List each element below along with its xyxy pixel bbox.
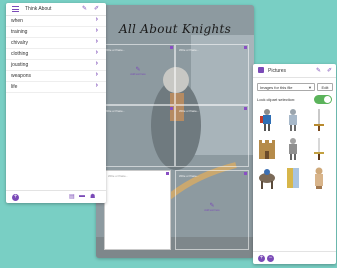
think-about-header: Think About ✎ ✐ [6, 3, 106, 16]
list-item-label: clothing [11, 51, 29, 57]
text-box-corner [244, 46, 247, 49]
knight-icon[interactable] [257, 108, 277, 132]
text-box-corner [166, 172, 169, 175]
toggle-knob [324, 96, 331, 103]
chevron-right-icon: › [95, 38, 98, 45]
text-box[interactable]: Write or Paste... [175, 44, 249, 105]
list-item-label: chivalry [11, 40, 28, 46]
list-item[interactable]: jousting › [6, 60, 106, 71]
text-box-placeholder: Write or Paste... [179, 48, 199, 52]
shield-icon[interactable] [283, 166, 303, 190]
edit-icon[interactable]: ✐ [327, 67, 332, 74]
text-box[interactable]: Write or Paste... [175, 105, 249, 167]
chevron-down-icon: ▼ [308, 85, 312, 90]
pictures-footer: + − [253, 251, 336, 264]
castle-icon[interactable] [257, 137, 277, 161]
people-icon[interactable]: ☗ [90, 193, 95, 200]
pencil-icon[interactable]: ✎ [82, 5, 87, 12]
edit-button[interactable]: Edit [317, 83, 333, 91]
list-item-label: jousting [11, 62, 29, 68]
chevron-right-icon: › [95, 71, 98, 78]
lock-clipart-toggle[interactable] [314, 95, 332, 104]
list-item[interactable]: weapons › [6, 71, 106, 82]
list-item-label: life [11, 84, 18, 90]
list-item[interactable]: chivalry › [6, 38, 106, 49]
menu-icon[interactable] [12, 6, 19, 12]
clipart-grid [255, 108, 335, 198]
knight-icon[interactable] [309, 166, 329, 190]
remove-icon[interactable]: − [267, 255, 274, 262]
text-box-corner [244, 107, 247, 110]
pictures-title: Pictures [268, 68, 287, 74]
think-about-list: when › training › chivalry › clothing › jous… [6, 16, 106, 93]
chevron-right-icon: › [95, 60, 98, 67]
list-item[interactable]: clothing › [6, 49, 106, 60]
pictures-icon [258, 67, 264, 73]
think-about-footer: + ▤ ▬ ☗ [6, 190, 106, 203]
list-item-label: training [11, 29, 28, 35]
add-text-label: Add text here [130, 73, 146, 76]
folder-icon[interactable]: ▬ [79, 193, 85, 199]
image-source-value: Images for this file [260, 85, 293, 90]
document-title[interactable]: All About Knights [96, 22, 254, 36]
pictures-panel: Pictures ✎ ✐ Images for this file ▼ Edit… [253, 64, 336, 264]
chevron-right-icon: › [95, 27, 98, 34]
add-text-button[interactable]: ✎ Add text here [123, 67, 153, 76]
text-box-placeholder: Write or Paste... [105, 48, 125, 52]
text-box-placeholder: Write or Paste... [105, 109, 125, 113]
list-item-label: when [11, 18, 23, 24]
add-icon[interactable]: + [258, 255, 265, 262]
think-about-title: Think About [25, 6, 52, 12]
list-item-label: weapons [11, 73, 32, 79]
add-text-button[interactable]: ✎ Add text here [197, 203, 227, 212]
list-item[interactable]: training › [6, 27, 106, 38]
list-item[interactable]: life › [6, 82, 106, 93]
pictures-header: Pictures ✎ ✐ [253, 64, 336, 78]
think-about-panel: Think About ✎ ✐ when › training › chivalry… [6, 3, 106, 203]
text-box-corner [170, 107, 173, 110]
text-box-corner [170, 46, 173, 49]
chevron-right-icon: › [95, 49, 98, 56]
list-item[interactable]: when › [6, 16, 106, 27]
image-source-select[interactable]: Images for this file ▼ [257, 83, 315, 91]
chevron-right-icon: › [95, 16, 98, 23]
text-box-corner [244, 172, 247, 175]
text-box-placeholder: Write or Paste... [179, 174, 199, 178]
add-icon[interactable]: + [12, 194, 19, 201]
edit-list-icon[interactable]: ✐ [94, 5, 99, 12]
text-box[interactable]: Write or Paste... [104, 170, 171, 250]
text-box-placeholder: Write or Paste... [108, 174, 128, 178]
chevron-right-icon: › [95, 82, 98, 89]
pencil-icon[interactable]: ✎ [316, 67, 321, 74]
lock-clipart-label: Lock clipart selection: [257, 97, 296, 102]
knight-icon[interactable] [283, 108, 303, 132]
knight-icon[interactable] [283, 137, 303, 161]
text-box[interactable]: Write or Paste... [101, 105, 175, 167]
text-box-placeholder: Write or Paste... [179, 109, 199, 113]
horse-icon[interactable] [257, 166, 277, 190]
sword-icon[interactable] [309, 108, 329, 132]
document-icon[interactable]: ▤ [69, 193, 75, 200]
add-text-label: Add text here [204, 209, 220, 212]
sword-icon[interactable] [309, 137, 329, 161]
document-canvas[interactable]: All About Knights Write or Paste... Writ… [96, 5, 254, 258]
